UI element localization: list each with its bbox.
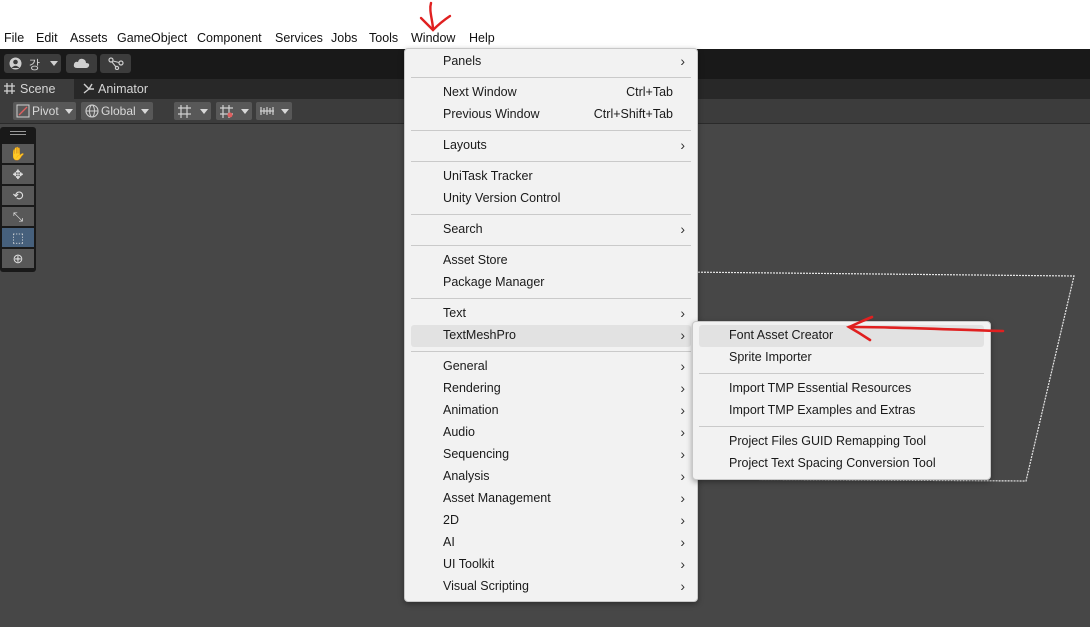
menu-item-asset-store[interactable]: Asset Store xyxy=(411,250,691,272)
chevron-right-icon: › xyxy=(680,53,685,69)
menu-item-animation[interactable]: Animation › xyxy=(411,400,691,422)
menu-item-audio[interactable]: Audio › xyxy=(411,422,691,444)
transform-tool-icon[interactable]: ⊕ xyxy=(2,249,34,268)
menu-item-label: Unity Version Control xyxy=(443,191,561,205)
menu-item-label: Project Files GUID Remapping Tool xyxy=(729,434,927,448)
chevron-right-icon: › xyxy=(680,358,685,374)
chevron-right-icon: › xyxy=(680,380,685,396)
chevron-right-icon: › xyxy=(680,534,685,550)
menu-item-text-spacing-conversion-tool[interactable]: Project Text Spacing Conversion Tool xyxy=(699,453,984,475)
menu-item-previous-window[interactable]: Previous Window Ctrl+Shift+Tab xyxy=(411,104,691,126)
menu-item-import-tmp-essential-resources[interactable]: Import TMP Essential Resources xyxy=(699,378,984,400)
chevron-right-icon: › xyxy=(680,221,685,237)
menu-item-label: Panels xyxy=(443,54,482,68)
chevron-right-icon: › xyxy=(680,468,685,484)
menu-item-label: Project Text Spacing Conversion Tool xyxy=(729,456,936,470)
menu-item-import-tmp-examples[interactable]: Import TMP Examples and Extras xyxy=(699,400,984,422)
menu-item-label: Previous Window xyxy=(443,107,540,121)
menu-item-label: Rendering xyxy=(443,381,501,395)
menu-item-label: Import TMP Examples and Extras xyxy=(729,403,916,417)
menu-item-label: Next Window xyxy=(443,85,517,99)
menu-item-label: Sequencing xyxy=(443,447,510,461)
menu-item-unity-version-control[interactable]: Unity Version Control xyxy=(411,188,691,210)
shortcut-label: Ctrl+Tab xyxy=(626,85,673,99)
menu-separator xyxy=(411,298,691,299)
textmeshpro-submenu: Font Asset Creator Sprite Importer Impor… xyxy=(692,321,991,480)
drag-handle-line xyxy=(10,134,26,135)
menu-item-next-window[interactable]: Next Window Ctrl+Tab xyxy=(411,82,691,104)
chevron-right-icon: › xyxy=(680,327,685,343)
menu-item-search[interactable]: Search › xyxy=(411,219,691,241)
menu-item-label: Analysis xyxy=(443,469,490,483)
scale-tool-icon[interactable]: ⤡ xyxy=(2,207,34,226)
menu-item-label: General xyxy=(443,359,488,373)
chevron-right-icon: › xyxy=(680,137,685,153)
rect-tool-icon[interactable]: ⬚ xyxy=(2,228,34,247)
menu-item-general[interactable]: General › xyxy=(411,356,691,378)
menu-item-label: UniTask Tracker xyxy=(443,169,533,183)
menu-item-label: Layouts xyxy=(443,138,487,152)
menu-item-analysis[interactable]: Analysis › xyxy=(411,466,691,488)
chevron-right-icon: › xyxy=(680,305,685,321)
menu-item-label: TextMeshPro xyxy=(443,328,516,342)
menu-item-unitask-tracker[interactable]: UniTask Tracker xyxy=(411,166,691,188)
menu-item-package-manager[interactable]: Package Manager xyxy=(411,272,691,294)
menu-item-sequencing[interactable]: Sequencing › xyxy=(411,444,691,466)
menu-item-layouts[interactable]: Layouts › xyxy=(411,135,691,157)
menu-separator xyxy=(411,214,691,215)
menu-item-label: Text xyxy=(443,306,466,320)
menu-item-label: Package Manager xyxy=(443,275,545,289)
hand-tool-icon[interactable]: ✋ xyxy=(2,144,34,163)
menu-item-font-asset-creator[interactable]: Font Asset Creator xyxy=(699,325,984,347)
menu-item-label: Asset Management xyxy=(443,491,551,505)
chevron-right-icon: › xyxy=(680,424,685,440)
menu-item-label: Asset Store xyxy=(443,253,508,267)
menu-item-label: Animation xyxy=(443,403,499,417)
chevron-right-icon: › xyxy=(680,578,685,594)
menu-item-guid-remapping-tool[interactable]: Project Files GUID Remapping Tool xyxy=(699,431,984,453)
menu-item-visual-scripting[interactable]: Visual Scripting › xyxy=(411,576,691,598)
shortcut-label: Ctrl+Shift+Tab xyxy=(593,107,673,121)
menu-item-label: Sprite Importer xyxy=(729,350,812,364)
window-menu: Panels › Next Window Ctrl+Tab Previous Win… xyxy=(404,48,698,602)
menu-item-text[interactable]: Text › xyxy=(411,303,691,325)
menu-separator xyxy=(411,130,691,131)
rotate-tool-icon[interactable]: ⟲ xyxy=(2,186,34,205)
menu-item-2d[interactable]: 2D › xyxy=(411,510,691,532)
chevron-right-icon: › xyxy=(680,490,685,506)
menu-item-label: Import TMP Essential Resources xyxy=(729,381,912,395)
menu-item-label: UI Toolkit xyxy=(443,557,495,571)
menu-separator xyxy=(411,245,691,246)
menu-item-label: Search xyxy=(443,222,483,236)
chevron-right-icon: › xyxy=(680,402,685,418)
menu-item-label: Audio xyxy=(443,425,475,439)
menu-separator xyxy=(699,426,984,427)
menu-item-rendering[interactable]: Rendering › xyxy=(411,378,691,400)
menu-item-label: AI xyxy=(443,535,455,549)
menu-separator xyxy=(411,351,691,352)
menu-item-ui-toolkit[interactable]: UI Toolkit › xyxy=(411,554,691,576)
chevron-right-icon: › xyxy=(680,556,685,572)
chevron-right-icon: › xyxy=(680,512,685,528)
menu-item-label: Font Asset Creator xyxy=(729,328,834,342)
menu-item-label: 2D xyxy=(443,513,459,527)
menu-item-textmeshpro[interactable]: TextMeshPro › xyxy=(411,325,691,347)
move-tool-icon[interactable]: ✥ xyxy=(2,165,34,184)
menu-separator xyxy=(699,373,984,374)
menu-item-asset-management[interactable]: Asset Management › xyxy=(411,488,691,510)
drag-handle-icon[interactable] xyxy=(10,131,26,132)
tools-panel: ✋ ✥ ⟲ ⤡ ⬚ ⊕ xyxy=(0,127,36,272)
menu-item-ai[interactable]: AI › xyxy=(411,532,691,554)
menu-item-sprite-importer[interactable]: Sprite Importer xyxy=(699,347,984,369)
menu-item-panels[interactable]: Panels › xyxy=(411,51,691,73)
menu-item-label: Visual Scripting xyxy=(443,579,529,593)
chevron-right-icon: › xyxy=(680,446,685,462)
menu-separator xyxy=(411,161,691,162)
menu-separator xyxy=(411,77,691,78)
